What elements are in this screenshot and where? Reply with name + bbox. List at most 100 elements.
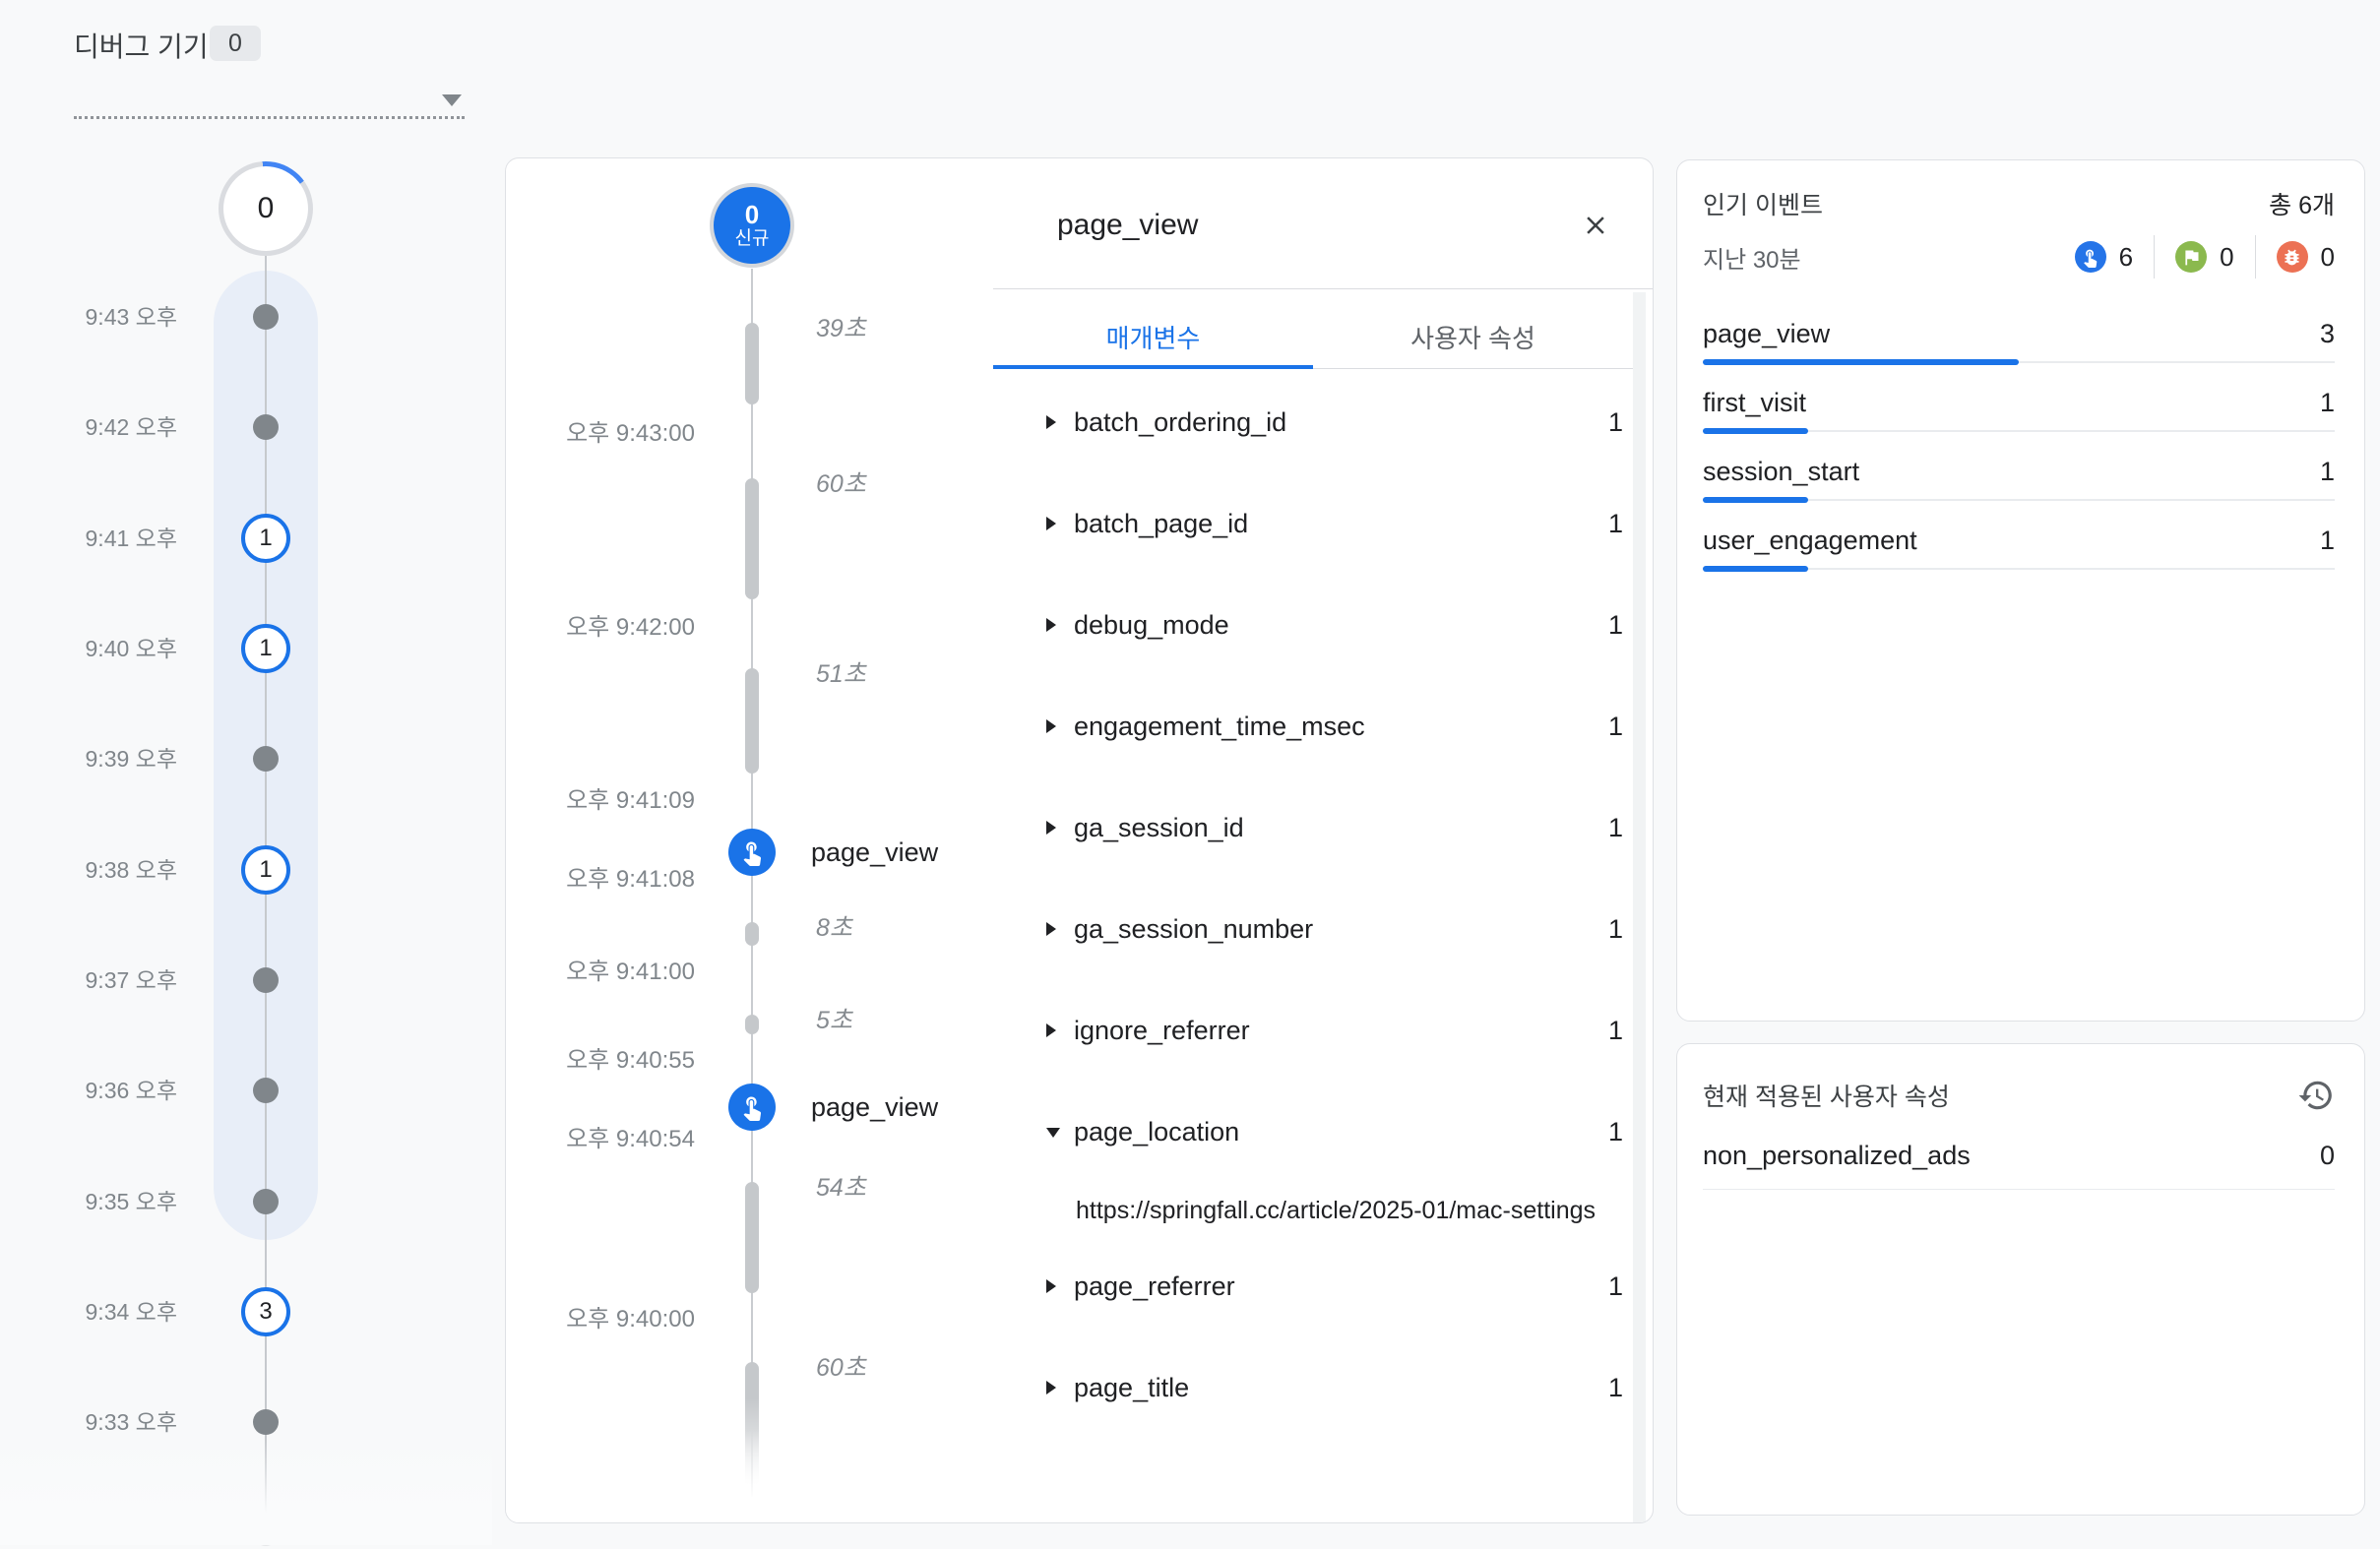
parameter-value: 1 bbox=[1426, 1114, 1623, 1149]
minute-dot-marker[interactable] bbox=[253, 304, 279, 330]
expand-arrow-icon[interactable] bbox=[1046, 719, 1056, 733]
top-event-name[interactable]: page_view bbox=[1703, 316, 1830, 351]
top-event-text[interactable]: session_start1 bbox=[1703, 454, 2335, 489]
counter-divider bbox=[2154, 235, 2155, 279]
close-icon[interactable] bbox=[1579, 209, 1612, 242]
top-event-text[interactable]: user_engagement 1 bbox=[1703, 523, 2335, 558]
top-event-bar-fill bbox=[1703, 428, 1808, 434]
stream-gap-segment bbox=[745, 478, 759, 599]
minute-time-label: 9:43 오후 bbox=[30, 301, 177, 333]
top-event-bar bbox=[1703, 565, 2335, 571]
tab-user-properties[interactable]: 사용자 속성 bbox=[1313, 308, 1633, 365]
history-icon[interactable] bbox=[2297, 1077, 2335, 1114]
expand-arrow-icon[interactable] bbox=[1046, 1023, 1056, 1037]
parameter-name[interactable]: page_referrer bbox=[1074, 1269, 1235, 1304]
top-event-row: page_view3 bbox=[1703, 316, 2335, 364]
counter-value: 6 bbox=[2119, 242, 2133, 273]
collapse-arrow-icon[interactable] bbox=[1046, 1128, 1060, 1138]
parameter-value: 1 bbox=[1426, 607, 1623, 643]
active-tab-underline bbox=[993, 365, 1313, 369]
inactive-tab-underline bbox=[1313, 368, 1633, 369]
minute-time-label: 9:38 오후 bbox=[30, 854, 177, 886]
top-event-name[interactable]: session_start bbox=[1703, 454, 1859, 489]
touch-icon bbox=[2075, 241, 2106, 273]
top-event-text[interactable]: first_visit1 bbox=[1703, 385, 2335, 420]
top-event-count: 1 bbox=[2320, 523, 2335, 558]
stream-event-name[interactable]: page_view bbox=[811, 1089, 938, 1125]
touch-icon[interactable] bbox=[728, 829, 776, 876]
stream-gap-segment bbox=[745, 668, 759, 774]
top-events-card: 인기 이벤트 총 6개 지난 30분 600 page_view3first_v… bbox=[1676, 159, 2365, 1022]
stream-gap-duration: 8초 bbox=[816, 910, 852, 946]
detail-scrollbar[interactable] bbox=[1633, 292, 1646, 1522]
minute-dot-marker[interactable] bbox=[253, 414, 279, 440]
minute-dot-marker[interactable] bbox=[253, 1520, 279, 1546]
parameter-name[interactable]: ga_session_number bbox=[1074, 911, 1313, 947]
top-events-list: page_view3first_visit1session_start1user… bbox=[1703, 316, 2335, 571]
stream-gap-duration: 5초 bbox=[816, 1003, 852, 1038]
stream-gap-segment bbox=[745, 323, 759, 404]
expand-arrow-icon[interactable] bbox=[1046, 821, 1056, 835]
parameter-name[interactable]: ga_session_id bbox=[1074, 810, 1244, 845]
minute-dot-marker[interactable] bbox=[253, 1409, 279, 1435]
expand-arrow-icon[interactable] bbox=[1046, 1279, 1056, 1293]
stream-gap-duration: 54초 bbox=[816, 1170, 866, 1206]
last-30min-label: 지난 30분 bbox=[1703, 240, 1801, 275]
parameter-name[interactable]: page_location bbox=[1074, 1114, 1239, 1149]
top-event-row: first_visit1 bbox=[1703, 385, 2335, 433]
minute-time-label: 9:41 오후 bbox=[30, 523, 177, 554]
chevron-down-icon[interactable] bbox=[442, 94, 462, 106]
stream-gap-segment bbox=[745, 1182, 759, 1293]
minute-event-count-marker[interactable]: 1 bbox=[241, 514, 290, 563]
stream-timestamp: 오후 9:41:08 bbox=[506, 864, 695, 896]
stream-gap-duration: 60초 bbox=[816, 1350, 866, 1386]
expand-arrow-icon[interactable] bbox=[1046, 517, 1056, 530]
new-events-count: 0 bbox=[745, 201, 759, 228]
parameter-name[interactable]: batch_page_id bbox=[1074, 506, 1248, 541]
parameter-name[interactable]: debug_mode bbox=[1074, 607, 1229, 643]
minute-event-count-marker[interactable]: 3 bbox=[241, 1287, 290, 1336]
device-select-dropdown[interactable] bbox=[74, 59, 465, 119]
minute-time-label: 9:35 오후 bbox=[30, 1186, 177, 1217]
expand-arrow-icon[interactable] bbox=[1046, 1381, 1056, 1394]
stream-timestamp: 오후 9:43:00 bbox=[506, 418, 695, 450]
minute-dot-marker[interactable] bbox=[253, 1189, 279, 1214]
minute-event-count-marker[interactable]: 1 bbox=[241, 845, 290, 895]
parameter-value: 1 bbox=[1426, 810, 1623, 845]
expand-arrow-icon[interactable] bbox=[1046, 618, 1056, 632]
parameter-name[interactable]: page_title bbox=[1074, 1370, 1189, 1405]
expand-arrow-icon[interactable] bbox=[1046, 415, 1056, 429]
stream-gap-duration: 60초 bbox=[816, 466, 866, 502]
user-property-row[interactable]: non_personalized_ads0 bbox=[1703, 1141, 2335, 1190]
parameter-expanded-value: https://springfall.cc/article/2025-01/ma… bbox=[1076, 1194, 1629, 1227]
top-event-name[interactable]: user_engagement bbox=[1703, 523, 1917, 558]
parameter-name[interactable]: ignore_referrer bbox=[1074, 1013, 1250, 1048]
touch-icon[interactable] bbox=[728, 1084, 776, 1131]
stream-timestamp: 오후 9:41:00 bbox=[506, 957, 695, 988]
counter-value: 0 bbox=[2321, 242, 2335, 273]
tab-parameters[interactable]: 매개변수 bbox=[993, 308, 1313, 365]
top-events-total: 총 6개 bbox=[2269, 186, 2335, 221]
stream-gap-segment bbox=[745, 922, 759, 946]
event-detail-title: page_view bbox=[1057, 208, 1198, 243]
parameter-value: 1 bbox=[1426, 709, 1623, 744]
current-minute-count: 0 bbox=[223, 166, 308, 251]
top-event-bar-fill bbox=[1703, 497, 1808, 503]
stream-timestamp: 오후 9:40:00 bbox=[506, 1304, 695, 1335]
minute-dot-marker[interactable] bbox=[253, 746, 279, 772]
minute-time-label: 9:40 오후 bbox=[30, 633, 177, 664]
parameter-name[interactable]: engagement_time_msec bbox=[1074, 709, 1365, 744]
minute-event-count-marker[interactable]: 1 bbox=[241, 624, 290, 673]
seconds-timeline-line bbox=[751, 269, 753, 1497]
parameter-name[interactable]: batch_ordering_id bbox=[1074, 404, 1286, 440]
top-event-text[interactable]: page_view3 bbox=[1703, 316, 2335, 351]
minute-dot-marker[interactable] bbox=[253, 1078, 279, 1103]
user-properties-card: 현재 적용된 사용자 속성 non_personalized_ads0 bbox=[1676, 1043, 2365, 1516]
stream-event-name[interactable]: page_view bbox=[811, 835, 938, 870]
minute-dot-marker[interactable] bbox=[253, 967, 279, 993]
top-event-name[interactable]: first_visit bbox=[1703, 385, 1806, 420]
expand-arrow-icon[interactable] bbox=[1046, 922, 1056, 936]
stream-gap-duration: 39초 bbox=[816, 311, 866, 346]
stream-timestamp: 오후 9:40:55 bbox=[506, 1045, 695, 1077]
stream-timestamp: 오후 9:40:54 bbox=[506, 1124, 695, 1155]
